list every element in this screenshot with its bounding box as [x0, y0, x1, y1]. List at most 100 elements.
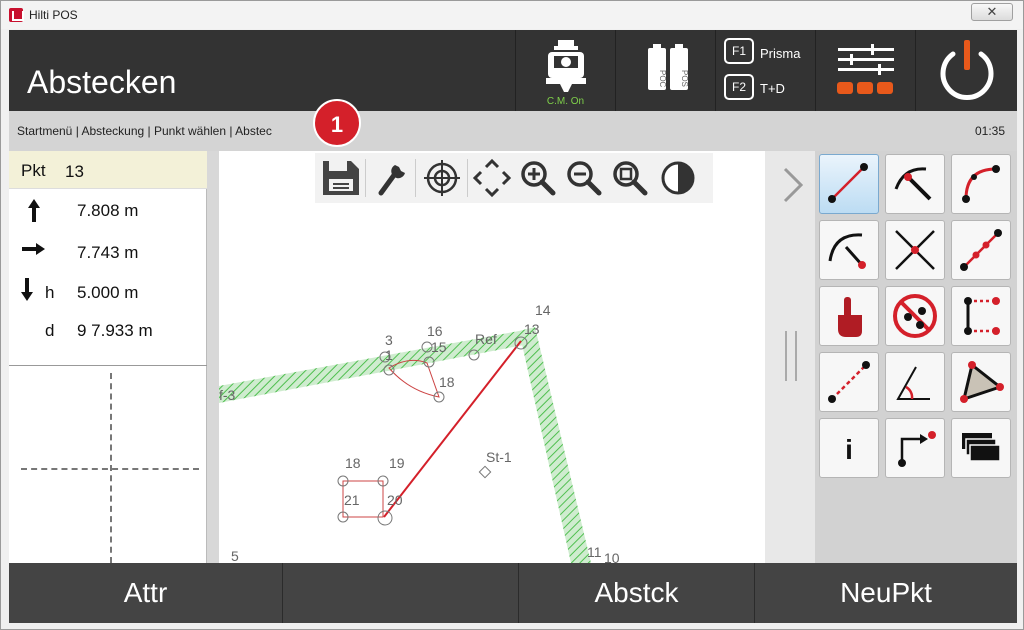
point-number: 13 [65, 162, 84, 181]
move-point-icon [898, 431, 936, 467]
zoom-out-button[interactable] [561, 155, 607, 201]
empty-softkey-button[interactable] [283, 563, 519, 623]
crosshair-icon [424, 160, 460, 196]
zoom-extent-icon [613, 161, 648, 196]
contrast-icon [661, 161, 695, 195]
arrow-right-icon [22, 243, 45, 255]
zoom-fit-button[interactable] [607, 155, 653, 201]
no-points-icon [893, 294, 937, 338]
intersection-icon [895, 230, 935, 270]
sliders-icon [837, 44, 894, 94]
window-close-button[interactable]: ✕ [971, 3, 1013, 21]
f1-key-button[interactable]: F1 [724, 38, 754, 64]
map-label: 11 [587, 544, 602, 560]
page-title: Abstecken [27, 64, 177, 100]
map-label: 19 [389, 455, 405, 471]
map-label: 3 [385, 332, 393, 348]
breadcrumb: Startmenü | Absteckung | Punkt wählen | … [17, 124, 272, 138]
hilti-logo-icon [9, 8, 24, 22]
guide-crosshair-horizontal [21, 468, 199, 470]
point-id-row[interactable]: Pkt 13 [9, 151, 207, 189]
f1-label: Prisma [760, 46, 801, 61]
point-label: Pkt [21, 161, 46, 180]
stakeout-button[interactable]: Abstck [519, 563, 755, 623]
total-station-icon [546, 40, 586, 92]
window-title: Hilti POS [29, 8, 78, 22]
zoom-out-icon [567, 161, 602, 196]
map-label: 20 [387, 492, 403, 508]
new-point-button[interactable]: NeuPkt [755, 563, 1017, 623]
save-icon [323, 161, 359, 195]
triangle-tool-button[interactable] [951, 352, 1011, 412]
hand-pointer-icon [838, 297, 862, 337]
east-value: 7.743 m [77, 243, 139, 262]
battery-right-label: POS [680, 70, 689, 87]
angle-tool-button[interactable] [885, 352, 945, 412]
instrument-status-button[interactable]: C.M. On [515, 30, 615, 111]
tool-grid: i [815, 151, 1017, 563]
layers-tool-button[interactable] [951, 418, 1011, 478]
panel-splitter[interactable] [207, 151, 219, 563]
circle-tool-button[interactable] [819, 220, 879, 280]
info-glyph: i [845, 434, 853, 465]
app-header: Abstecken C.M. On POC POS F1 Prisma F2 T… [9, 30, 1017, 111]
chevron-right-icon[interactable] [781, 165, 805, 205]
height-row: h 5.000 m [9, 273, 207, 311]
contrast-button[interactable] [655, 155, 701, 201]
tools-button[interactable] [367, 155, 413, 201]
side-strip [765, 151, 815, 563]
dashed-line-icon [828, 361, 870, 403]
resize-grip-handle[interactable] [785, 331, 797, 381]
attr-button[interactable]: Attr [9, 563, 283, 623]
settings-button[interactable] [815, 30, 915, 111]
line-tool-button[interactable] [819, 154, 879, 214]
map-label: 10 [604, 550, 620, 563]
map-label: 16 [427, 323, 443, 339]
arc-points-icon [962, 165, 1000, 203]
angle-icon [896, 366, 930, 400]
battery-left-label: POC [658, 70, 667, 88]
map-label: 5 [231, 548, 239, 563]
arc-points-tool-button[interactable] [951, 154, 1011, 214]
function-keys-panel: F1 Prisma F2 T+D [715, 30, 815, 111]
softkey-bar: Attr Abstck NeuPkt [9, 563, 1017, 623]
battery-status-button[interactable]: POC POS [615, 30, 715, 111]
cm-status-label: C.M. On [546, 96, 585, 107]
toolbar-separator [467, 159, 468, 197]
arc-tool-button[interactable] [885, 154, 945, 214]
layers-icon [962, 433, 1001, 462]
toolbar-separator [365, 159, 366, 197]
circle-arc-icon [828, 233, 866, 269]
offset-tool-button[interactable] [951, 286, 1011, 346]
save-button[interactable] [317, 155, 363, 201]
map-label: 21 [344, 492, 360, 508]
clear-points-tool-button[interactable] [885, 286, 945, 346]
zoom-in-icon [521, 161, 556, 196]
points-on-line-tool-button[interactable] [951, 220, 1011, 280]
info-icon: i [845, 434, 853, 465]
map-view[interactable]: 14 13 Ref 3 1 16 15 18 f-3 18 19 21 20 S… [219, 151, 765, 563]
dashed-line-tool-button[interactable] [819, 352, 879, 412]
zoom-in-button[interactable] [515, 155, 561, 201]
map-label: St-1 [486, 449, 512, 465]
intersection-tool-button[interactable] [885, 220, 945, 280]
toolbar-separator [415, 159, 416, 197]
point-info-panel: Pkt 13 7.808 m 7.743 m h 5.000 m d 9 7.9… [9, 151, 207, 563]
power-button[interactable] [915, 30, 1017, 111]
map-label: 13 [524, 321, 540, 337]
info-tool-button[interactable]: i [819, 418, 879, 478]
map-point[interactable] [377, 510, 393, 526]
distance-value: 9 7.933 m [77, 321, 153, 340]
target-button[interactable] [419, 155, 465, 201]
move-point-tool-button[interactable] [885, 418, 945, 478]
pan-button[interactable] [469, 155, 515, 201]
title-bar: Hilti POS ✕ [1, 1, 1023, 29]
f2-key-button[interactable]: F2 [724, 74, 754, 100]
north-value: 7.808 m [77, 201, 139, 220]
map-label: 15 [431, 339, 447, 355]
station-marker[interactable] [478, 465, 492, 479]
map-label: Ref [475, 331, 497, 347]
pick-point-tool-button[interactable] [819, 286, 879, 346]
east-row: 7.743 m [9, 233, 207, 271]
map-label: 18 [439, 374, 455, 390]
